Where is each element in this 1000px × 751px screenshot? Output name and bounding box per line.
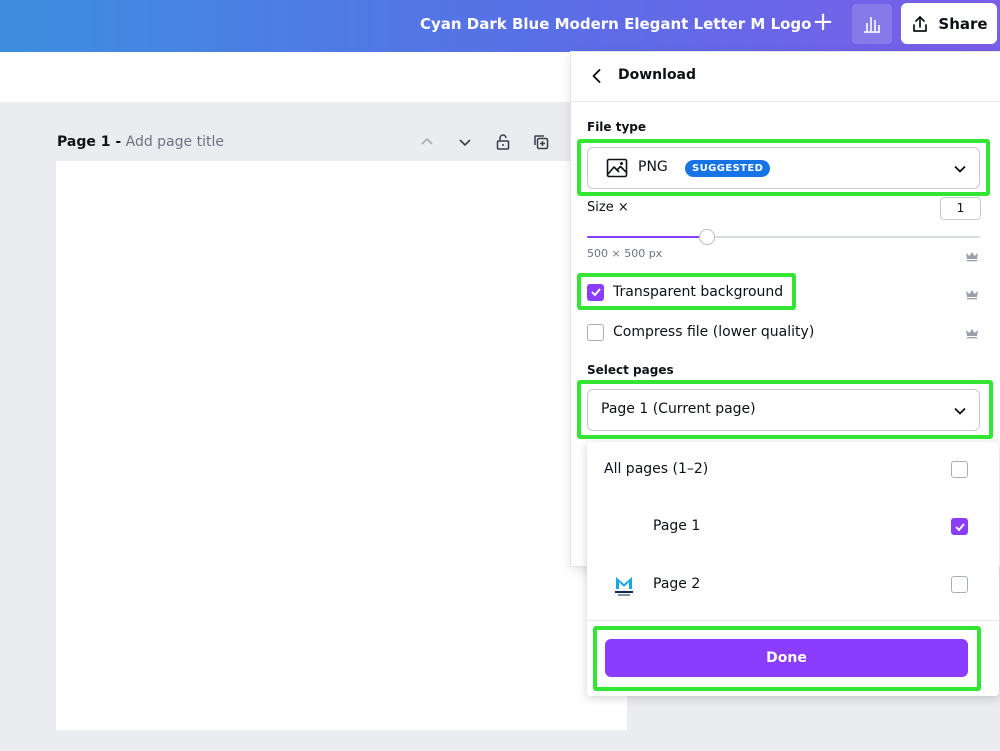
size-slider[interactable] [587, 229, 980, 245]
page-option-label: All pages (1–2) [604, 461, 709, 477]
unlock-icon [496, 134, 510, 150]
add-button[interactable]: + [804, 4, 842, 42]
page-title[interactable]: Page 1 - Add page title [57, 134, 224, 150]
page-number-label: Page 1 - [57, 134, 122, 150]
download-panel-title: Download [618, 67, 697, 83]
share-button[interactable]: Share [901, 3, 997, 44]
page-option-label: Page 2 [653, 576, 701, 592]
highlight-select-pages [577, 380, 993, 439]
top-bar: Cyan Dark Blue Modern Elegant Letter M L… [0, 0, 1000, 52]
bar-chart-icon [864, 17, 880, 33]
page-tools [414, 130, 554, 154]
size-slider-handle[interactable] [698, 229, 715, 245]
move-page-down-button[interactable] [452, 130, 478, 154]
crown-pro-icon [966, 252, 978, 262]
highlight-file-type [577, 139, 990, 196]
back-arrow-icon[interactable] [587, 66, 607, 86]
page-option-page-2[interactable]: Page 2 [587, 557, 999, 614]
page-option-checkbox[interactable] [951, 461, 968, 478]
download-panel-header: Download [571, 52, 1000, 102]
page-option-checkbox[interactable] [951, 576, 968, 593]
page-option-page-1[interactable]: Page 1 [587, 499, 999, 556]
compress-file-checkbox[interactable] [587, 323, 604, 341]
document-title[interactable]: Cyan Dark Blue Modern Elegant Letter M L… [420, 15, 811, 33]
page-option-checkbox[interactable] [951, 518, 968, 535]
page-canvas[interactable] [56, 161, 627, 730]
size-slider-fill [587, 236, 707, 238]
size-input[interactable]: 1 [940, 197, 981, 220]
size-label: Size × [587, 200, 629, 215]
lock-page-button[interactable] [490, 130, 516, 154]
dropdown-divider [587, 620, 999, 621]
plus-icon: + [812, 7, 834, 37]
compress-file-label: Compress file (lower quality) [613, 324, 815, 340]
compress-file-option[interactable]: Compress file (lower quality) [587, 322, 814, 342]
page-option-all[interactable]: All pages (1–2) [587, 442, 999, 499]
page-2-logo-thumbnail [615, 577, 633, 596]
chevron-down-icon [459, 139, 471, 147]
crown-pro-icon [966, 329, 978, 339]
crown-pro-icon [966, 290, 978, 300]
select-pages-label: Select pages [587, 363, 674, 377]
chevron-up-icon [421, 137, 433, 145]
insights-button[interactable] [852, 4, 892, 44]
move-page-up-button[interactable] [414, 130, 440, 154]
highlight-done-button [593, 626, 981, 691]
duplicate-page-button[interactable] [528, 130, 554, 154]
page-option-label: Page 1 [653, 518, 701, 534]
file-type-label: File type [587, 120, 647, 134]
share-label: Share [938, 14, 988, 33]
duplicate-icon [534, 135, 549, 150]
dimensions-readout: 500 × 500 px [587, 247, 663, 260]
highlight-transparent-background [577, 273, 796, 310]
checkmark-icon [954, 522, 965, 531]
share-upload-icon [913, 15, 928, 32]
page-title-placeholder[interactable]: Add page title [126, 134, 224, 150]
